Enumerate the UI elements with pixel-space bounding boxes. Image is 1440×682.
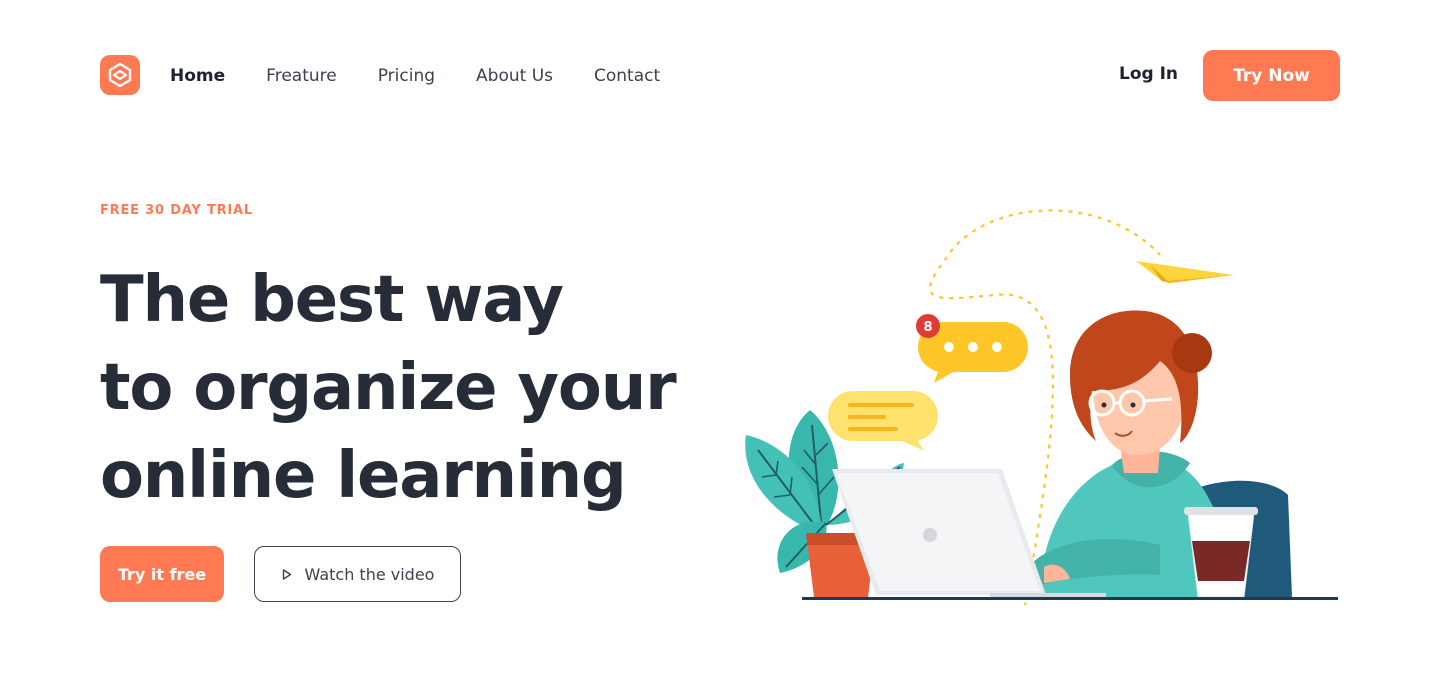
- try-it-free-button[interactable]: Try it free: [100, 546, 224, 602]
- nav-item-home[interactable]: Home: [170, 64, 225, 88]
- play-icon: [281, 568, 293, 580]
- nav-item-contact[interactable]: Contact: [594, 64, 660, 88]
- hero-illustration: 8: [740, 195, 1340, 682]
- watch-video-button[interactable]: Watch the video: [254, 546, 461, 602]
- watch-video-label: Watch the video: [304, 564, 435, 584]
- nav-item-about-us[interactable]: About Us: [476, 64, 553, 88]
- notification-count: 8: [923, 320, 932, 335]
- login-link[interactable]: Log In: [1119, 62, 1178, 86]
- paper-plane-icon: [1136, 261, 1234, 283]
- notification-badge: 8: [916, 314, 940, 338]
- try-now-button[interactable]: Try Now: [1203, 50, 1340, 101]
- hero-headline: The best way to organize your online lea…: [100, 256, 700, 520]
- site-header: Home Freature Pricing About Us Contact L…: [0, 0, 1440, 150]
- headline-line-1: The best way: [100, 263, 564, 337]
- desk-line: [802, 597, 1338, 600]
- nav-item-pricing[interactable]: Pricing: [378, 64, 435, 88]
- nav-item-feature[interactable]: Freature: [266, 64, 337, 88]
- headline-line-2: to organize your: [100, 351, 677, 425]
- headline-line-3: online learning: [100, 439, 627, 513]
- message-bubble-icon: [828, 391, 938, 451]
- hero-eyebrow: FREE 30 DAY TRIAL: [100, 203, 254, 218]
- main-nav: Home Freature Pricing About Us Contact: [170, 64, 660, 88]
- person-illustration: [1030, 310, 1220, 597]
- logo-icon[interactable]: [100, 55, 140, 95]
